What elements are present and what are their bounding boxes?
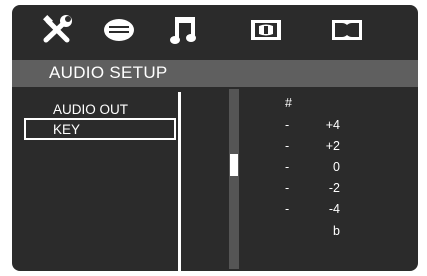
key-option-plus-2[interactable]: +2: [306, 139, 340, 153]
tab-general-setup[interactable]: [40, 14, 74, 46]
key-option-plus-4[interactable]: +4: [306, 118, 340, 132]
key-option-0[interactable]: 0: [306, 160, 340, 174]
osd-screen: AUDIO SETUP AUDIO OUT KEY # - +4 - +2 - …: [12, 5, 418, 271]
tab-audio-setup[interactable]: [167, 14, 201, 46]
key-option-minus-2[interactable]: -2: [306, 181, 340, 195]
setup-tab-bar: [12, 5, 418, 55]
key-slider-track[interactable]: [229, 89, 239, 269]
flat-label: b: [333, 224, 340, 238]
key-slider-thumb[interactable]: [230, 154, 238, 176]
sharp-label: #: [285, 96, 292, 110]
key-tick-mark: -: [285, 181, 290, 195]
key-option-minus-4[interactable]: -4: [306, 202, 340, 216]
tools-icon: [43, 15, 72, 43]
menu-item-key[interactable]: KEY: [24, 118, 176, 140]
page-title: AUDIO SETUP: [49, 63, 168, 82]
key-tick-mark: -: [285, 160, 290, 174]
video-screen-icon: [251, 20, 281, 40]
panel-divider: [178, 92, 181, 271]
key-tick-mark: -: [285, 118, 290, 132]
music-note-icon: [170, 17, 196, 44]
tab-speaker-setup[interactable]: [102, 14, 136, 46]
menu-item-label: AUDIO OUT: [53, 102, 129, 117]
key-tick-mark: -: [285, 139, 290, 153]
tab-video-setup[interactable]: [249, 14, 283, 46]
page-title-bar: AUDIO SETUP: [12, 60, 418, 87]
menu-item-audio-out[interactable]: AUDIO OUT: [24, 98, 176, 120]
dolby-icon: [332, 20, 362, 40]
menu-item-label: KEY: [53, 122, 81, 137]
tab-dolby-setup[interactable]: [330, 14, 364, 46]
speech-bubble-icon: [104, 19, 134, 41]
key-tick-mark: -: [285, 202, 290, 216]
